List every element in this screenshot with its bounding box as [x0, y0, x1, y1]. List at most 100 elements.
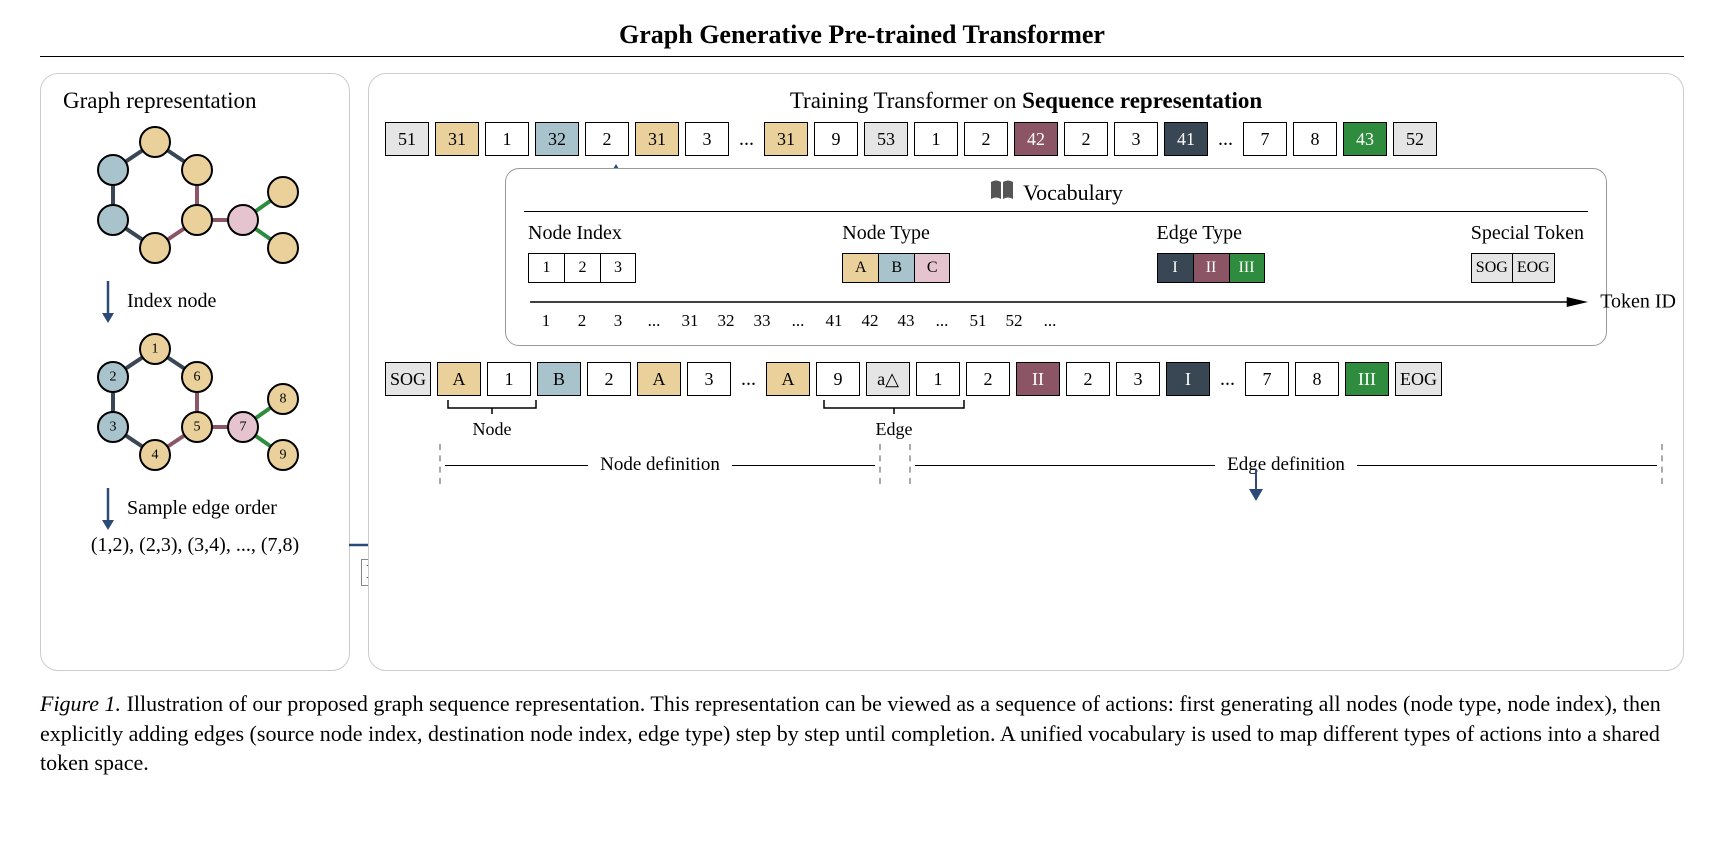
step-index-node: Index node	[97, 279, 333, 323]
token: SOG	[385, 362, 431, 396]
node-definition-span: Node definition	[445, 454, 875, 476]
token: 31	[635, 122, 679, 156]
vocab-token: I	[1157, 253, 1193, 283]
dashed-divider	[909, 444, 911, 484]
token: 3	[1114, 122, 1158, 156]
svg-text:4: 4	[152, 448, 159, 463]
axis-tick: ...	[924, 311, 960, 331]
node-label: Node	[443, 419, 541, 440]
axis-tick: 2	[564, 311, 600, 331]
token: 2	[1066, 362, 1110, 396]
divider	[40, 56, 1684, 57]
token: 2	[966, 362, 1010, 396]
token: 2	[1064, 122, 1108, 156]
token: 7	[1245, 362, 1289, 396]
svg-text:2: 2	[110, 370, 117, 385]
token: 42	[1014, 122, 1058, 156]
vocab-token: 1	[528, 253, 564, 283]
vocab-divider	[524, 211, 1588, 212]
vocab-token: SOG	[1471, 253, 1512, 283]
dashed-divider	[439, 444, 441, 484]
right-panel-title: Training Transformer on Sequence represe…	[385, 88, 1667, 114]
vocab-col-node_type: Node TypeABC	[842, 222, 950, 283]
token: 9	[816, 362, 860, 396]
token: I	[1166, 362, 1210, 396]
token: B	[537, 362, 581, 396]
vocab-col-label: Special Token	[1471, 222, 1584, 245]
dashed-divider	[879, 444, 881, 484]
vocab-col-node_index: Node Index123	[528, 222, 636, 283]
vocab-col-edge_type: Edge TypeIIIIII	[1157, 222, 1265, 283]
left-panel-title: Graph representation	[57, 88, 333, 114]
token: 51	[385, 122, 429, 156]
edge-definition-span: Edge definition	[915, 454, 1657, 476]
vocab-token: III	[1229, 253, 1265, 283]
vocab-token: C	[914, 253, 950, 283]
token: 31	[764, 122, 808, 156]
token: 3	[687, 362, 731, 396]
token: III	[1345, 362, 1389, 396]
token: 2	[964, 122, 1008, 156]
vocab-token: II	[1193, 253, 1229, 283]
token: 41	[1164, 122, 1208, 156]
vocab-columns: Node Index123Node TypeABCEdge TypeIIIIII…	[524, 222, 1588, 283]
axis-tick-values: 123...313233...414243...5152...	[524, 311, 1588, 331]
svg-text:7: 7	[240, 420, 247, 435]
vocab-col-label: Edge Type	[1157, 222, 1265, 245]
axis-tick: 31	[672, 311, 708, 331]
edge-label: Edge	[819, 419, 969, 440]
token: 2	[585, 122, 629, 156]
vocab-label: Vocabulary	[1023, 180, 1123, 206]
token: 3	[685, 122, 729, 156]
axis-tick: 52	[996, 311, 1032, 331]
token: 7	[1243, 122, 1287, 156]
step-label: Sample edge order	[127, 497, 277, 520]
token: 9	[814, 122, 858, 156]
token: 31	[435, 122, 479, 156]
vocab-token: 2	[564, 253, 600, 283]
token: 53	[864, 122, 908, 156]
graph-unlabeled	[57, 120, 333, 270]
bottom-token-sequence: SOGA1B2A3...A9a△12II23I...78IIIEOG	[385, 362, 1667, 396]
token-id-axis: Token ID	[524, 293, 1588, 311]
token-id-label: Token ID	[1600, 291, 1676, 314]
token: 8	[1293, 122, 1337, 156]
axis-tick: ...	[1032, 311, 1068, 331]
edge-bracket: Edge	[819, 400, 969, 440]
top-token-sequence: 51311322313...3195312422341...784352	[385, 122, 1667, 156]
svg-text:3: 3	[110, 420, 117, 435]
node-bracket: Node	[443, 400, 541, 440]
token: 3	[1116, 362, 1160, 396]
token: II	[1016, 362, 1060, 396]
vocab-col-label: Node Index	[528, 222, 636, 245]
token: EOG	[1395, 362, 1442, 396]
axis-tick: 1	[528, 311, 564, 331]
vocab-token: EOG	[1512, 253, 1555, 283]
svg-text:1: 1	[152, 342, 159, 357]
graph-representation-panel: Graph representation Index node 12635478…	[40, 73, 350, 671]
figure-number: Figure 1.	[40, 691, 121, 716]
token: A	[766, 362, 810, 396]
token: 1	[916, 362, 960, 396]
svg-text:8: 8	[280, 392, 287, 407]
svg-text:5: 5	[194, 420, 201, 435]
axis-tick: ...	[636, 311, 672, 331]
step-sample-edge: Sample edge order	[97, 486, 333, 530]
axis-tick: 43	[888, 311, 924, 331]
token: 1	[485, 122, 529, 156]
ellipsis: ...	[735, 128, 758, 151]
token: 1	[914, 122, 958, 156]
vocabulary-box: Vocabulary Node Index123Node TypeABCEdge…	[505, 168, 1607, 346]
svg-text:9: 9	[280, 448, 287, 463]
ellipsis: ...	[1216, 368, 1239, 391]
axis-tick: 33	[744, 311, 780, 331]
token: 8	[1295, 362, 1339, 396]
edge-def-label: Edge definition	[1221, 454, 1351, 476]
token: 1	[487, 362, 531, 396]
vocab-token: A	[842, 253, 878, 283]
arrow-down-icon	[97, 279, 119, 323]
edge-list: (1,2), (2,3), (3,4), ..., (7,8)	[57, 534, 333, 557]
token: 2	[587, 362, 631, 396]
token: 43	[1343, 122, 1387, 156]
token: a△	[866, 362, 910, 396]
